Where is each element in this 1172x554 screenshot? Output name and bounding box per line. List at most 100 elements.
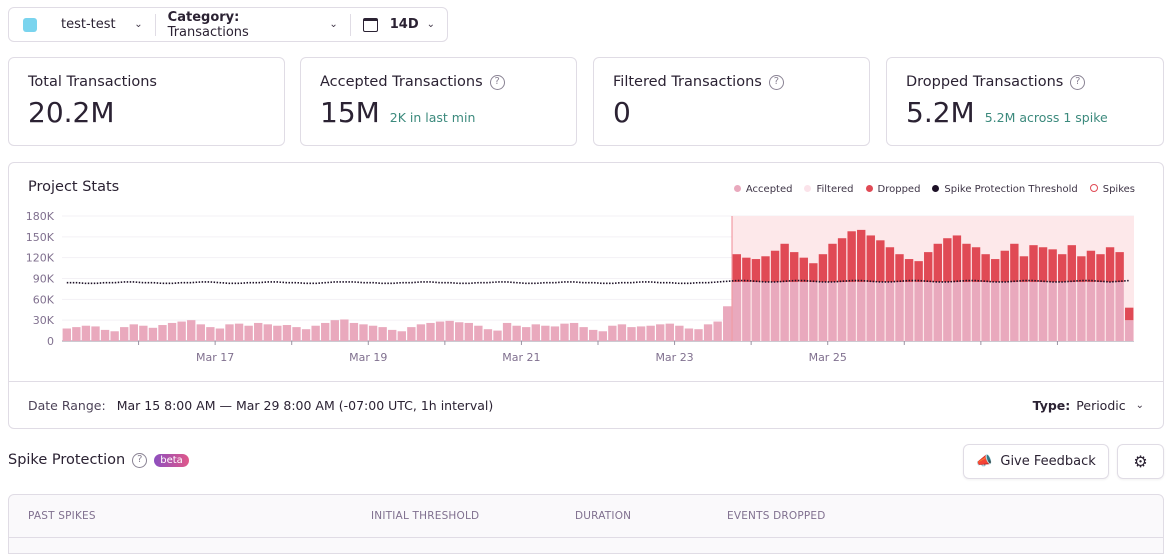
settings-button[interactable]: ⚙ (1117, 444, 1164, 479)
bar-dropped (1086, 250, 1096, 282)
project-stats-panel: Project Stats Accepted Filtered Dropped … (8, 162, 1164, 429)
bar-accepted (550, 326, 560, 341)
bar-dropped (1096, 254, 1105, 282)
bar-dropped (1067, 245, 1076, 282)
bar-accepted (187, 320, 196, 341)
bar-accepted (828, 281, 837, 341)
bar-accepted (435, 321, 445, 341)
column-header[interactable]: INITIAL THRESHOLD (371, 510, 479, 522)
give-feedback-button[interactable]: 📣 Give Feedback (963, 444, 1109, 479)
period-value: 14D (389, 17, 419, 32)
bar-dropped (943, 238, 952, 282)
x-tick-label: Mar 19 (349, 351, 387, 364)
bar-accepted (991, 281, 1000, 341)
help-icon[interactable]: ? (132, 452, 148, 468)
card-title: Filtered Transactions (613, 74, 762, 90)
bar-accepted (368, 325, 378, 341)
bar-accepted (445, 320, 454, 341)
bar-accepted (1058, 281, 1067, 341)
bar-accepted (914, 281, 923, 341)
help-icon[interactable]: ? (489, 74, 505, 90)
bar-accepted (349, 322, 359, 341)
bar-accepted (254, 322, 263, 341)
bar-accepted (885, 281, 895, 341)
bar-accepted (1077, 281, 1086, 341)
bar-accepted (952, 281, 962, 341)
page-filter-bar: test-test ⌄ Category: Transactions ⌄ 14D… (8, 7, 448, 42)
bar-accepted (857, 281, 866, 341)
bar-accepted (560, 323, 569, 341)
bar-dropped (1000, 250, 1009, 282)
bar-accepted (933, 281, 942, 341)
card-subtext: 5.2M across 1 spike (984, 110, 1108, 125)
column-header[interactable]: DURATION (575, 510, 631, 522)
bar-accepted (139, 325, 148, 341)
bar-accepted (474, 325, 483, 341)
bar-accepted (703, 324, 713, 341)
bar-accepted (694, 329, 703, 341)
bar-accepted (847, 281, 856, 341)
bar-accepted (464, 322, 473, 341)
period-selector[interactable]: 14D ⌄ (351, 8, 447, 41)
bar-accepted (1096, 281, 1105, 341)
bar-accepted (158, 325, 167, 341)
bar-dropped (885, 247, 895, 282)
bar-dropped (962, 243, 971, 282)
bar-accepted (1125, 320, 1134, 341)
card-title: Accepted Transactions (320, 74, 483, 90)
bar-accepted (818, 281, 828, 341)
bar-accepted (72, 327, 81, 341)
bar-dropped (732, 254, 741, 282)
bar-dropped (1038, 247, 1048, 282)
y-tick-label: 150K (26, 231, 55, 244)
category-label: Category: (167, 9, 240, 25)
help-icon[interactable]: ? (1070, 74, 1086, 90)
bar-dropped (1010, 243, 1019, 282)
bar-dropped (761, 256, 770, 282)
bar-dropped (837, 238, 847, 282)
card-accepted: Accepted Transactions? 15M 2K in last min (300, 57, 577, 146)
bar-accepted (148, 327, 158, 341)
bar-accepted (493, 330, 502, 341)
bar-accepted (167, 322, 177, 341)
bar-accepted (1000, 281, 1009, 341)
x-tick-label: Mar 17 (196, 351, 234, 364)
bar-dropped (866, 235, 875, 282)
bar-dropped (1029, 245, 1038, 282)
bar-accepted (598, 331, 607, 341)
bar-accepted (234, 323, 244, 341)
react-icon (23, 17, 37, 32)
bar-accepted (895, 281, 904, 341)
bar-accepted (1029, 281, 1038, 341)
bar-accepted (301, 329, 311, 341)
bar-accepted (120, 327, 129, 341)
project-selector[interactable]: test-test ⌄ (9, 8, 155, 41)
bar-accepted (943, 281, 952, 341)
column-header[interactable]: PAST SPIKES (28, 510, 96, 522)
bar-dropped (857, 229, 866, 282)
y-tick-label: 30K (33, 314, 55, 327)
divider (9, 537, 1163, 538)
bar-accepted (541, 325, 550, 341)
help-icon[interactable]: ? (768, 74, 784, 90)
bar-accepted (522, 327, 531, 341)
type-selector[interactable]: Type: Periodic ⌄ (1033, 398, 1144, 413)
bar-dropped (742, 257, 751, 282)
bar-accepted (770, 281, 780, 341)
x-tick-label: Mar 21 (502, 351, 540, 364)
bar-dropped (809, 263, 818, 282)
bar-dropped (876, 240, 885, 282)
bar-accepted (215, 328, 225, 341)
column-header[interactable]: EVENTS DROPPED (727, 510, 826, 522)
card-filtered: Filtered Transactions? 0 (593, 57, 870, 146)
bar-dropped (1019, 256, 1029, 282)
bar-accepted (407, 327, 416, 341)
calendar-icon (362, 17, 378, 32)
bar-accepted (569, 322, 579, 341)
category-value: Transactions (167, 24, 249, 40)
project-name: test-test (61, 17, 116, 32)
bar-accepted (416, 324, 426, 341)
bar-accepted (206, 327, 215, 341)
chevron-down-icon: ⌄ (134, 19, 143, 30)
category-selector[interactable]: Category: Transactions ⌄ (156, 8, 350, 41)
